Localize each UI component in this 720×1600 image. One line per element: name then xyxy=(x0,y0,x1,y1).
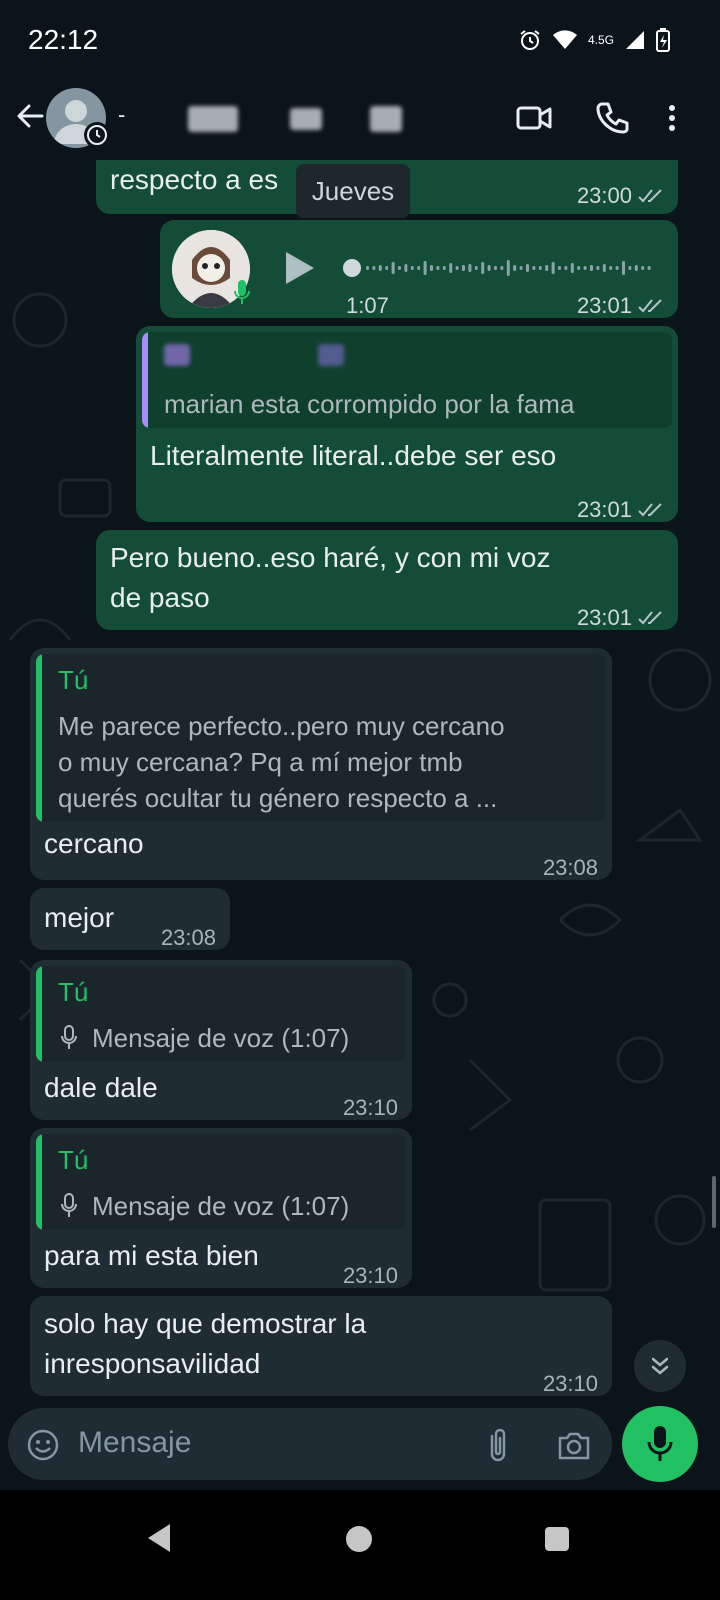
message-meta: 23:01 xyxy=(577,598,664,638)
message-time: 23:10 xyxy=(342,1095,398,1120)
quote-author: Tú xyxy=(58,665,89,695)
voice-message-bubble[interactable]: 1:07 23:01 xyxy=(160,220,678,318)
mic-icon xyxy=(61,1193,77,1217)
message-text: Literalmente literal..debe ser eso xyxy=(150,440,557,471)
more-options-icon[interactable] xyxy=(664,98,680,138)
system-nav-bar xyxy=(0,1490,720,1600)
redacted-block xyxy=(370,106,402,132)
read-ticks-icon xyxy=(638,189,662,203)
network-type: 4.5G xyxy=(587,33,614,47)
quoted-message[interactable]: Tú Mensaje de voz (1:07) xyxy=(36,966,406,1062)
quoted-message[interactable]: Tú Me parece perfecto..pero muy cercano … xyxy=(36,654,606,822)
message-time: 23:10 xyxy=(542,1371,598,1396)
record-voice-button[interactable] xyxy=(622,1406,698,1482)
mic-icon xyxy=(61,1025,77,1049)
message-composer[interactable]: Mensaje xyxy=(8,1408,612,1480)
message-text-line: Pero bueno..eso haré, y con mi voz xyxy=(110,542,551,573)
status-bar: 22:12 4.5G xyxy=(0,0,720,80)
message-text: dale dale xyxy=(44,1072,158,1103)
message-text-line: inresponsavilidad xyxy=(44,1348,261,1379)
message-list[interactable]: respecto a es 23:00 Jueves 1:07 23:01 ma… xyxy=(0,160,720,1418)
redacted-block xyxy=(164,344,190,366)
message-text-line: de paso xyxy=(110,582,210,613)
quoted-message[interactable]: Tú Mensaje de voz (1:07) xyxy=(36,1134,406,1230)
timer-icon xyxy=(87,125,107,145)
signal-icon xyxy=(626,31,644,49)
read-ticks-icon xyxy=(638,503,662,517)
message-text: mejor xyxy=(44,902,115,933)
redacted-block xyxy=(318,344,344,366)
battery-icon xyxy=(656,28,670,52)
message-bubble-incoming[interactable]: solo hay que demostrar la inresponsavili… xyxy=(30,1296,612,1396)
back-arrow-icon[interactable] xyxy=(12,98,48,134)
quoted-message[interactable]: marian esta corrompido por la fama xyxy=(142,332,672,428)
message-meta: 23:01 xyxy=(577,286,664,326)
date-chip: Jueves xyxy=(296,164,410,218)
nav-back-icon[interactable] xyxy=(146,1522,174,1554)
quote-text: Mensaje de voz (1:07) xyxy=(92,1023,350,1053)
quote-text-line: o muy cercana? Pq a mí mejor tmb xyxy=(58,747,463,777)
chat-header: - xyxy=(0,80,720,160)
quote-author: Tú xyxy=(58,977,89,1007)
message-bubble-incoming[interactable]: Tú Mensaje de voz (1:07) para mi esta bi… xyxy=(30,1128,412,1288)
status-icons: 4.5G xyxy=(518,28,670,52)
message-bubble-outgoing[interactable]: marian esta corrompido por la fama Liter… xyxy=(136,326,678,522)
quote-text-line: Me parece perfecto..pero muy cercano xyxy=(58,711,505,741)
emoji-icon[interactable] xyxy=(26,1428,60,1462)
message-time: 23:00 xyxy=(576,183,632,208)
mic-icon xyxy=(647,1426,673,1461)
message-meta: 23:00 xyxy=(577,176,664,216)
redacted-block xyxy=(188,106,238,132)
nav-recents-icon[interactable] xyxy=(544,1526,570,1552)
message-time: 23:08 xyxy=(160,925,216,950)
message-input[interactable]: Mensaje xyxy=(78,1426,191,1460)
wifi-icon xyxy=(552,30,577,49)
message-time: 23:01 xyxy=(576,293,632,318)
message-text-line: solo hay que demostrar la xyxy=(44,1308,367,1339)
contact-name[interactable]: - xyxy=(118,102,125,128)
quote-accent-bar xyxy=(142,332,148,428)
play-icon[interactable] xyxy=(282,248,318,288)
message-text: respecto a es xyxy=(110,164,279,195)
quote-accent-bar xyxy=(36,654,42,822)
message-bubble-incoming[interactable]: Tú Me parece perfecto..pero muy cercano … xyxy=(30,648,612,880)
double-chevron-down-icon xyxy=(651,1357,669,1375)
read-ticks-icon xyxy=(638,611,662,625)
quote-accent-bar xyxy=(36,966,42,1062)
message-meta: 23:01 xyxy=(577,490,664,530)
quote-accent-bar xyxy=(36,1134,42,1230)
attach-icon[interactable] xyxy=(486,1426,510,1464)
voice-duration: 1:07 xyxy=(346,293,389,318)
message-bubble-incoming[interactable]: mejor 23:08 xyxy=(30,888,230,950)
status-time: 22:12 xyxy=(28,24,99,55)
quote-author: Tú xyxy=(58,1145,89,1175)
message-bubble-incoming[interactable]: Tú Mensaje de voz (1:07) dale dale 23:10 xyxy=(30,960,412,1120)
read-ticks-icon xyxy=(638,299,662,313)
message-time: 23:10 xyxy=(342,1263,398,1288)
nav-home-icon[interactable] xyxy=(344,1524,374,1554)
message-bubble-outgoing[interactable]: Pero bueno..eso haré, y con mi voz de pa… xyxy=(96,530,678,630)
redacted-block xyxy=(290,108,322,130)
message-text: cercano xyxy=(44,828,144,859)
quote-text-line: querés ocultar tu género respecto a ... xyxy=(58,783,498,813)
message-time: 23:01 xyxy=(576,497,632,522)
message-time: 23:08 xyxy=(542,855,598,880)
video-call-icon[interactable] xyxy=(514,98,554,138)
scroll-to-bottom-button[interactable] xyxy=(634,1340,686,1392)
scrollbar-thumb[interactable] xyxy=(712,1176,716,1228)
message-time: 23:01 xyxy=(576,605,632,630)
voice-call-icon[interactable] xyxy=(592,98,632,138)
alarm-icon xyxy=(520,30,540,50)
camera-icon[interactable] xyxy=(556,1428,592,1462)
quote-text: Mensaje de voz (1:07) xyxy=(92,1191,350,1221)
voice-note-mic-icon xyxy=(234,280,250,304)
message-text: para mi esta bien xyxy=(44,1240,259,1271)
quote-text: marian esta corrompido por la fama xyxy=(164,389,575,419)
disappearing-timer-badge xyxy=(84,122,110,148)
waveform[interactable] xyxy=(340,256,660,280)
